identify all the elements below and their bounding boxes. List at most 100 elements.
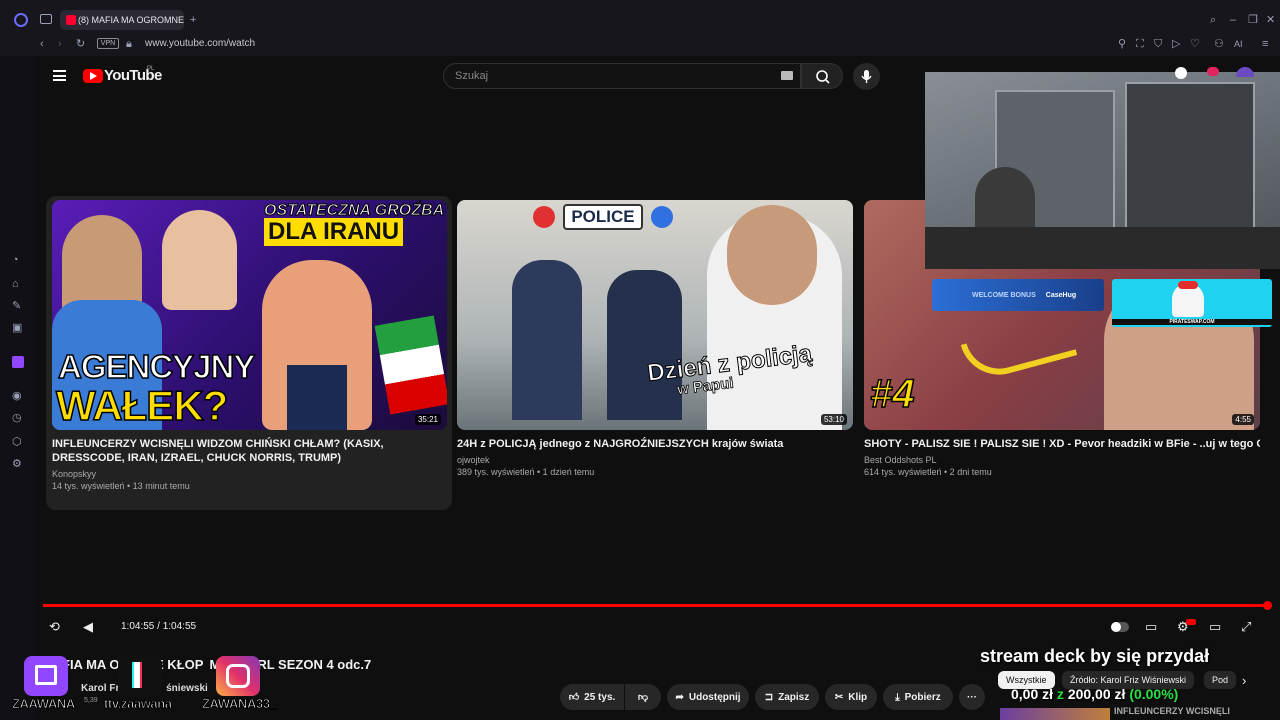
police-sign: POLICE [563,204,643,230]
channel-name-end: śniewski [166,683,208,694]
maximize-icon[interactable]: ❐ [1248,14,1258,26]
fullscreen-icon[interactable]: ⤢ [1241,619,1251,635]
download-button[interactable]: ⤓ Pobierz [883,684,953,710]
scissors-icon: ✂ [834,691,844,703]
duration-badge: 53:10 [820,414,847,425]
hd-badge [1186,619,1196,625]
lock-icon[interactable]: 🔒︎ [126,38,132,50]
chip-next-icon[interactable]: › [1242,673,1246,688]
clip-button[interactable]: ✂ Klip [825,684,877,710]
sidebar-player-icon[interactable]: ◉ [12,390,22,402]
video-channel-2[interactable]: ojwojtek [457,455,490,465]
voice-search-button[interactable] [853,63,880,90]
avatar[interactable] [1236,67,1254,77]
pin-icon[interactable]: ⚲ [1118,38,1126,50]
iran-flag [374,315,447,415]
donation-progress: 0,00 zł z 200,00 zł (0.00%) [1011,686,1178,702]
person-figure-2 [162,210,237,310]
twitch-logo-icon [24,656,68,696]
pirateswap-ad-banner: PIRATESWAP.COM [1112,279,1272,327]
video-title-1[interactable]: INFLEUNCERZY WCISNĘLI WIDZOM CHIŃSKI CHŁ… [52,437,447,465]
chicken-comb [1178,281,1198,289]
twitch-handle: ZAAWANA [12,696,76,712]
tab-island-icon[interactable] [40,14,52,24]
notification-icon[interactable] [1175,67,1187,79]
sidebar-extensions-icon[interactable]: ⬡ [12,436,22,448]
desk [925,227,1280,269]
opera-logo-icon[interactable] [14,13,28,27]
recommendation-thumb-strip [1000,708,1110,720]
officer-figure-2 [607,270,682,420]
search-tabs-icon[interactable]: ⌕ [1210,14,1216,26]
account-icon[interactable]: ⚇ [1214,38,1224,50]
casehug-ad-banner: WELCOME BONUS CaseHug [932,279,1104,311]
video-thumbnail-2[interactable]: POLICE Dzień z policją w Papui 53:10 [457,200,853,430]
time-display: 1:04:55 / 1:04:55 [121,621,197,632]
url-field[interactable]: www.youtube.com/watch [145,38,255,49]
vpn-badge[interactable]: VPN [97,38,119,49]
like-button[interactable]: 👍︎ 25 tys. [560,684,624,710]
sidebar-bag-icon[interactable]: ⌂ [12,278,19,290]
search-button[interactable] [801,63,843,89]
progress-bar[interactable] [43,604,1268,607]
back-icon[interactable]: ‹ [40,38,44,50]
stream-deck-goal-title: stream deck by się przydał [980,646,1210,666]
video-thumbnail-1[interactable]: OSTATECZNA GROŹBA DLA IRANU AGENCYJNY WA… [52,200,447,430]
heart-icon[interactable]: ♡ [1190,38,1200,50]
youtube-logo-icon[interactable] [83,69,103,83]
close-window-icon[interactable]: ✕ [1266,14,1275,26]
sidebar-settings-icon[interactable]: ⚙ [12,458,22,470]
new-tab-icon[interactable]: + [190,14,196,26]
siren-blue [651,206,673,228]
siren-red [533,206,555,228]
keyboard-icon[interactable] [781,71,793,80]
share-button[interactable]: ➦ Udostępnij [667,684,749,710]
share-icon: ➦ [675,691,684,703]
thumb-text-big: #4 [869,371,915,417]
sidebar-twitch-icon[interactable] [12,356,24,368]
sidebar-messenger-icon[interactable]: ▣ [12,322,22,334]
video-channel-3[interactable]: Best Oddshots PL [864,455,937,465]
sidebar-history-icon[interactable]: ◔ [12,254,19,266]
tab-active[interactable]: (8) MAFIA MA OGROMNE P [60,10,184,30]
snapshot-icon[interactable]: ⛶ [1136,38,1144,50]
host-face [727,205,817,305]
menu-icon[interactable]: ≡ [1262,38,1268,50]
replay-icon[interactable]: ⟲ [49,619,60,635]
video-title-3[interactable]: SHOTY - PALISZ SIE ! PALISZ SIE ! XD - P… [864,437,1260,451]
youtube-region-label: PL [147,66,155,72]
shield-icon[interactable]: ⛉ [1154,38,1162,50]
volume-icon[interactable]: ◀ [83,619,93,635]
forward-icon[interactable]: › [58,38,62,50]
donation-separator: z [1056,686,1064,702]
instagram-handle: ZAWANA33_ [201,696,277,712]
video-title-2[interactable]: 24H z POLICJĄ jednego z NAJGROŹNIEJSZYCH… [457,437,853,451]
tiktok-logo-icon [118,656,162,696]
save-button[interactable]: ⊐ Zapisz [755,684,819,710]
player-icon[interactable]: ▷ [1172,38,1180,50]
aria-label: AI [1234,39,1243,49]
autoplay-toggle[interactable] [1111,622,1129,632]
donation-percent: (0.00%) [1129,686,1179,702]
more-actions-button[interactable]: ··· [959,684,985,710]
recommendation-ticker[interactable]: INFLEUNCERZY WCISNĘLI [1114,706,1230,716]
thumb-text-big2: WAŁEK? [55,381,229,430]
reload-icon[interactable]: ↻ [76,38,85,50]
browser-tab-bar: (8) MAFIA MA OGROMNE P + ⌕ – ❐ ✕ [0,0,1280,34]
minimize-icon[interactable]: – [1230,14,1236,26]
video-meta-3: 614 tys. wyświetleń • 2 dni temu [864,467,992,477]
sidebar-pen-icon[interactable]: ✎ [12,300,21,312]
aria-ai-button[interactable]: AI [1234,38,1243,50]
video-channel-1[interactable]: Konopskyy [52,469,96,479]
video-meta-2: 389 tys. wyświetleń • 1 dzień temu [457,467,595,477]
microphone-icon [861,70,872,83]
dislike-button[interactable]: 👎︎ [625,684,661,710]
theater-mode-icon[interactable]: ▭ [1209,619,1221,635]
progress-scrubber[interactable] [1263,601,1272,610]
video-meta-1: 14 tys. wyświetleń • 13 minut temu [52,481,190,491]
subtitles-icon[interactable]: ▭ [1145,619,1157,635]
hamburger-icon[interactable] [53,70,66,81]
chip-more[interactable]: Pod [1204,671,1237,689]
search-input[interactable]: Szukaj [443,63,801,89]
sidebar-clock-icon[interactable]: ◷ [12,412,22,424]
